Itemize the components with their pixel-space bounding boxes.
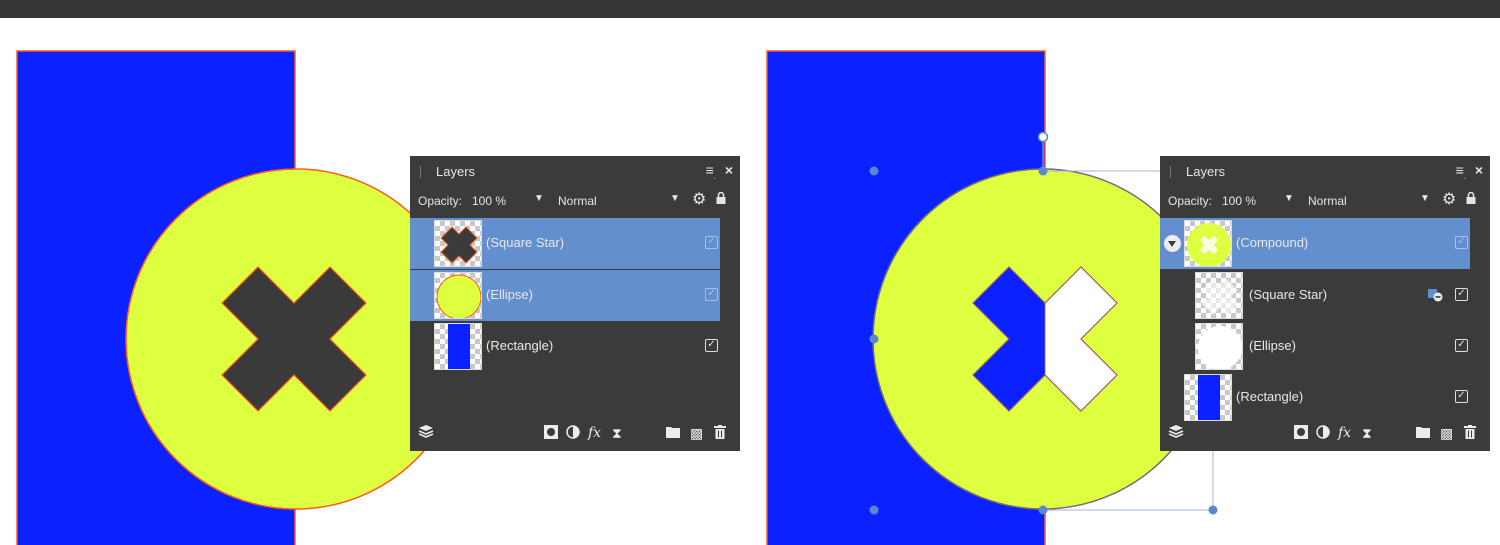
- layer-row-ellipse[interactable]: (Ellipse) ✓: [1160, 321, 1470, 372]
- chevron-down-icon[interactable]: ▼: [534, 193, 544, 204]
- right-document: [766, 50, 1218, 545]
- panel-menu-icon[interactable]: ≡.: [1456, 162, 1466, 181]
- fx-icon[interactable]: fx: [588, 425, 601, 441]
- layer-row-rectangle[interactable]: (Rectangle) ✓: [1160, 372, 1470, 423]
- blend-mode-select[interactable]: Normal: [558, 194, 597, 208]
- layer-label: (Rectangle): [486, 338, 554, 353]
- panel-header[interactable]: Layers ≡. ×: [1160, 156, 1490, 186]
- handle-top-left: [869, 166, 879, 176]
- layer-thumbnail: [1195, 272, 1243, 319]
- gear-icon[interactable]: ⚙: [692, 189, 706, 209]
- layer-thumbnail: [434, 272, 482, 319]
- panel-menu-icon[interactable]: ≡.: [706, 162, 716, 181]
- panel-title: Layers: [436, 164, 476, 179]
- visibility-checkbox[interactable]: ✓: [705, 339, 718, 352]
- opacity-label: Opacity:: [1168, 194, 1213, 208]
- subtract-operation-icon[interactable]: [1428, 289, 1443, 302]
- layer-thumbnail: [1195, 323, 1243, 370]
- layer-thumbnail: [434, 220, 482, 267]
- visibility-checkbox[interactable]: ✓: [1455, 236, 1468, 249]
- layer-row-compound[interactable]: (Compound) ✓: [1160, 218, 1470, 269]
- layers-stack-icon[interactable]: [1168, 425, 1184, 442]
- layer-label: (Square Star): [1249, 287, 1328, 302]
- gear-icon[interactable]: ⚙: [1442, 189, 1456, 209]
- close-icon[interactable]: ×: [725, 162, 733, 178]
- layers-panel-left: Layers ≡. × Opacity: 100 % ▼ Normal ▼ ⚙ …: [410, 156, 740, 451]
- layer-label: (Compound): [1236, 235, 1309, 250]
- handle-left: [869, 334, 879, 344]
- layer-label: (Rectangle): [1236, 389, 1304, 404]
- close-icon[interactable]: ×: [1475, 162, 1483, 178]
- panel-header[interactable]: Layers ≡. ×: [410, 156, 740, 186]
- left-document: [16, 50, 467, 545]
- adjustment-icon[interactable]: [566, 425, 580, 442]
- layer-options-bar: Opacity: 100 % ▼ Normal ▼ ⚙: [410, 186, 740, 216]
- opacity-label: Opacity:: [418, 194, 463, 208]
- layer-row-square-star[interactable]: (Square Star) ✓: [1160, 270, 1470, 321]
- layer-row-rectangle[interactable]: (Rectangle) ✓: [410, 321, 720, 372]
- layers-panel-right: Layers ≡. × Opacity: 100 % ▼ Normal ▼ ⚙ …: [1160, 156, 1490, 451]
- chevron-down-icon[interactable]: ▼: [1284, 193, 1294, 204]
- layer-row-ellipse[interactable]: (Ellipse) ✓: [410, 270, 720, 321]
- hourglass-icon[interactable]: ⧗: [1362, 425, 1372, 442]
- trash-icon[interactable]: [714, 425, 726, 442]
- rotate-handle: [1037, 131, 1049, 143]
- blend-mode-select[interactable]: Normal: [1308, 194, 1347, 208]
- mask-icon[interactable]: [544, 425, 558, 442]
- layer-thumbnail: [1184, 374, 1232, 421]
- panel-grip[interactable]: [420, 166, 421, 178]
- layer-thumbnail: [1184, 220, 1232, 267]
- visibility-checkbox[interactable]: ✓: [705, 288, 718, 301]
- hourglass-icon[interactable]: ⧗: [612, 425, 622, 442]
- visibility-checkbox[interactable]: ✓: [1455, 390, 1468, 403]
- visibility-checkbox[interactable]: ✓: [705, 236, 718, 249]
- layer-label: (Ellipse): [486, 287, 533, 302]
- folder-icon[interactable]: [1416, 425, 1430, 441]
- panel-footer: fx ⧗ ▩: [410, 419, 740, 451]
- trash-icon[interactable]: [1464, 425, 1476, 442]
- handle-bottom: [1038, 505, 1048, 515]
- panel-grip[interactable]: [1170, 166, 1171, 178]
- panel-footer: fx ⧗ ▩: [1160, 419, 1490, 451]
- chevron-down-icon[interactable]: ▼: [1420, 193, 1430, 204]
- handle-top: [1038, 166, 1048, 176]
- adjustment-icon[interactable]: [1316, 425, 1330, 442]
- mask-icon[interactable]: [1294, 425, 1308, 442]
- opacity-value[interactable]: 100 %: [1222, 194, 1256, 208]
- lock-icon[interactable]: [1466, 191, 1476, 207]
- expand-toggle-icon[interactable]: [1164, 235, 1181, 252]
- layer-label: (Ellipse): [1249, 338, 1296, 353]
- layer-row-square-star[interactable]: (Square Star) ✓: [410, 218, 720, 269]
- layer-label: (Square Star): [486, 235, 565, 250]
- handle-bottom-right: [1208, 505, 1218, 515]
- folder-icon[interactable]: [666, 425, 680, 441]
- layer-thumbnail: [434, 323, 482, 370]
- handle-bottom-left: [869, 505, 879, 515]
- layer-options-bar: Opacity: 100 % ▼ Normal ▼ ⚙: [1160, 186, 1490, 216]
- layers-stack-icon[interactable]: [418, 425, 434, 442]
- fx-icon[interactable]: fx: [1338, 425, 1351, 441]
- panel-title: Layers: [1186, 164, 1226, 179]
- visibility-checkbox[interactable]: ✓: [1455, 339, 1468, 352]
- pixel-layer-icon[interactable]: ▩: [1440, 425, 1453, 442]
- visibility-checkbox[interactable]: ✓: [1455, 288, 1468, 301]
- pixel-layer-icon[interactable]: ▩: [690, 425, 703, 442]
- chevron-down-icon[interactable]: ▼: [670, 193, 680, 204]
- lock-icon[interactable]: [716, 191, 726, 207]
- opacity-value[interactable]: 100 %: [472, 194, 506, 208]
